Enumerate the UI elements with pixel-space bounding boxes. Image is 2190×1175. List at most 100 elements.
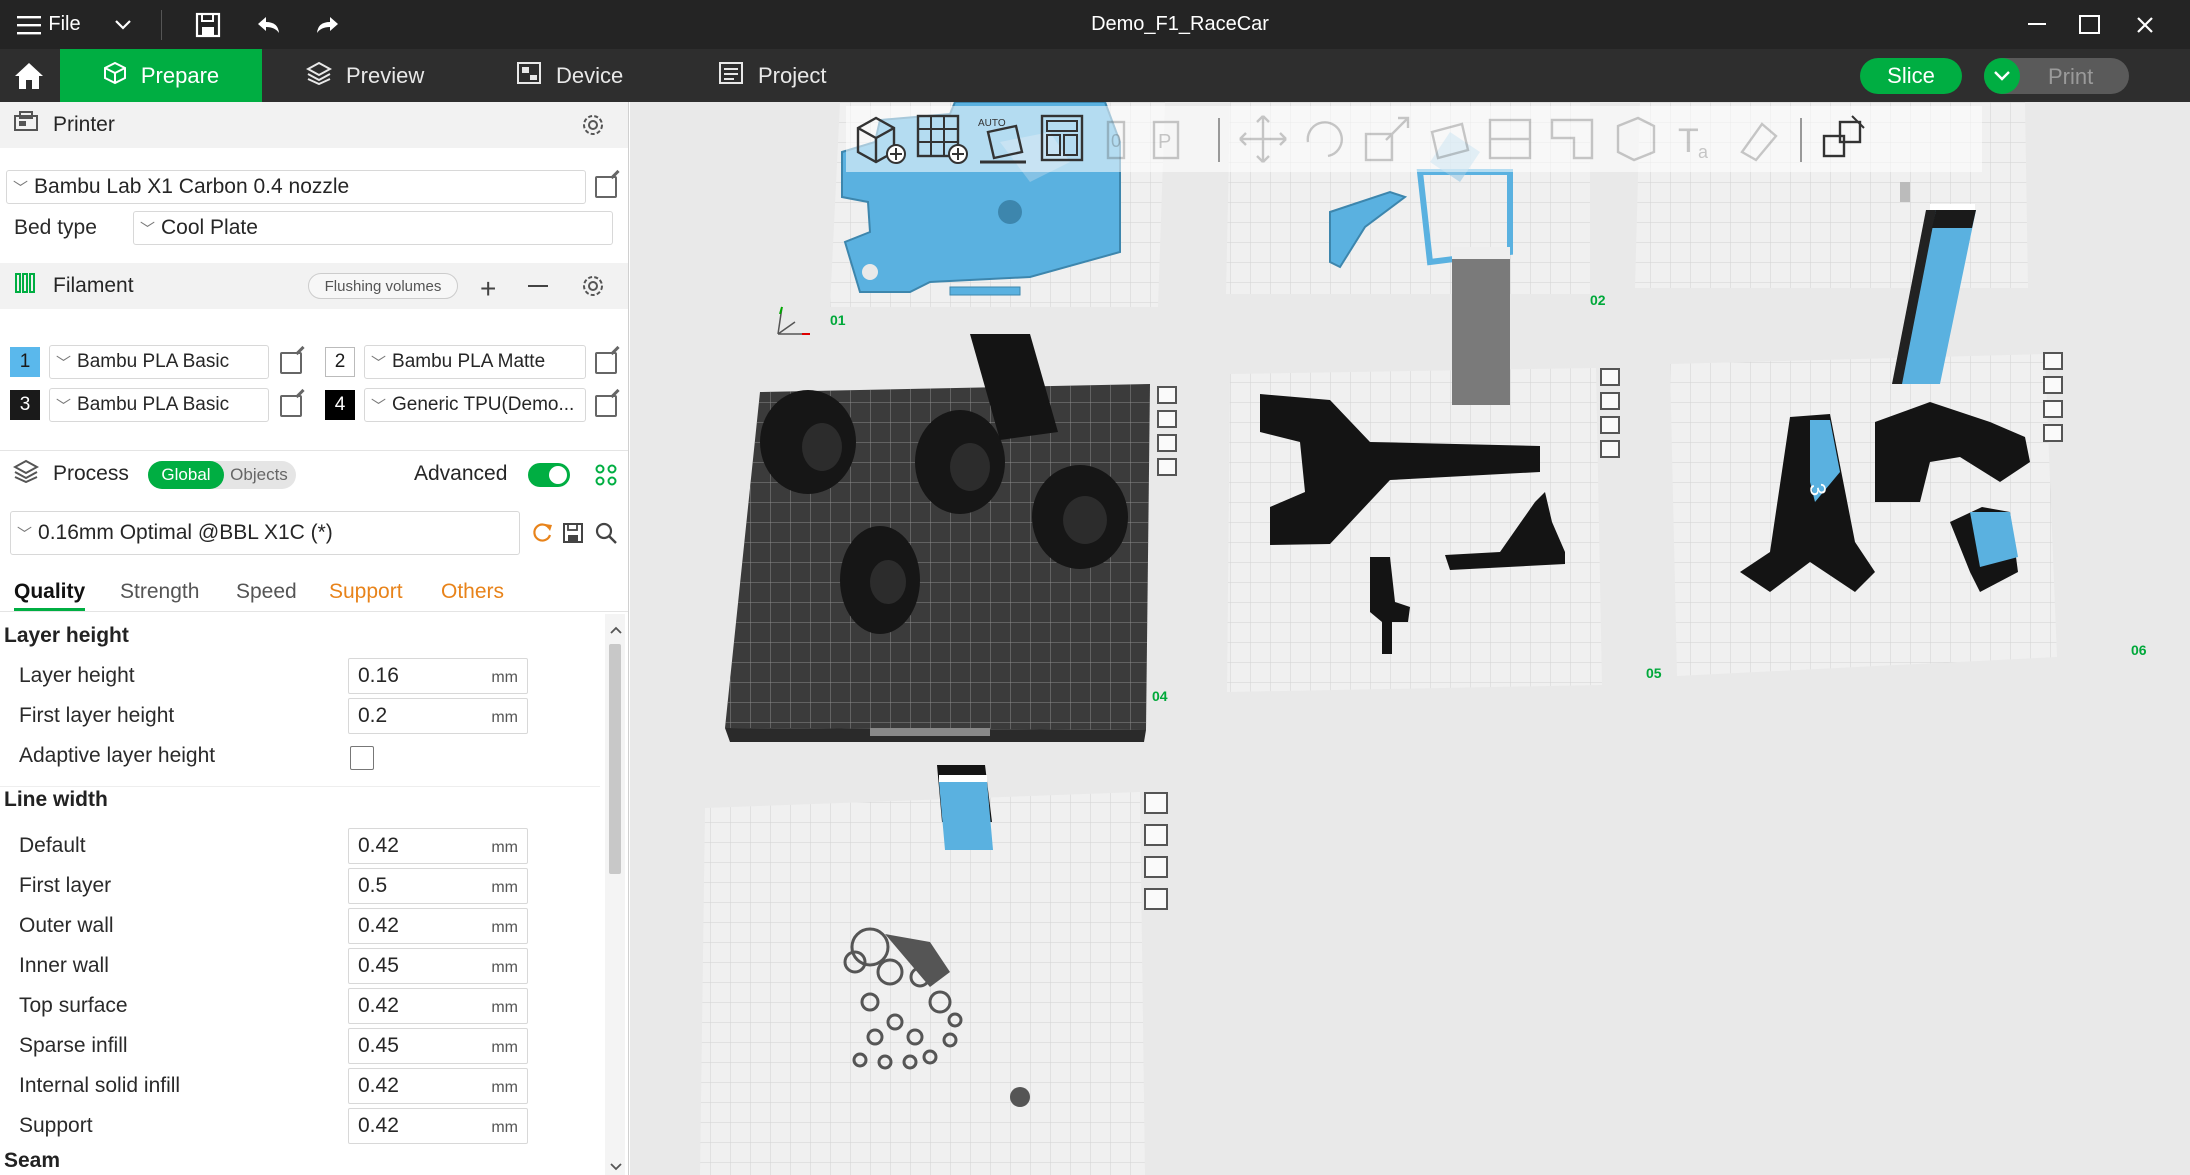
line-width-support-input[interactable]: 0.42 mm — [348, 1108, 528, 1144]
plate-settings-icon[interactable] — [1157, 434, 1177, 452]
minimize-icon[interactable] — [2020, 0, 2056, 49]
print-button[interactable]: Print — [1984, 58, 2129, 94]
move-icon[interactable] — [1236, 112, 1290, 166]
global-objects-toggle[interactable]: Global Objects — [148, 461, 296, 489]
subtab-support[interactable]: Support — [329, 580, 403, 604]
lock-plate-icon[interactable] — [1600, 440, 1620, 458]
arrange-plate-icon[interactable] — [1157, 410, 1177, 428]
seam-painting-icon[interactable] — [1608, 112, 1662, 166]
lay-on-face-icon[interactable] — [1422, 112, 1476, 166]
remove-filament-icon[interactable] — [528, 285, 548, 287]
filament-slot-3-select[interactable]: ﹀ Bambu PLA Basic — [49, 388, 269, 422]
edit-filament-2-icon[interactable] — [595, 352, 617, 374]
arrange-plate-icon[interactable] — [2043, 376, 2063, 394]
compare-presets-icon[interactable] — [594, 463, 618, 493]
printer-settings-gear-icon[interactable] — [580, 112, 606, 144]
file-dropdown-chevron-icon[interactable] — [108, 0, 138, 49]
edit-filament-3-icon[interactable] — [280, 395, 302, 417]
line-width-sparse-infill-input[interactable]: 0.45 mm — [348, 1028, 528, 1064]
undo-icon[interactable] — [251, 0, 285, 49]
arrange-icon[interactable] — [1038, 112, 1092, 166]
assembly-view-icon[interactable] — [1818, 112, 1872, 166]
advanced-switch[interactable] — [528, 463, 570, 487]
tab-project[interactable]: Project — [718, 49, 826, 102]
subtab-quality[interactable]: Quality — [14, 580, 86, 611]
hamburger-icon — [17, 15, 42, 34]
close-icon[interactable] — [2127, 0, 2163, 49]
support-painting-icon[interactable] — [1546, 112, 1600, 166]
cut-icon[interactable] — [1484, 112, 1538, 166]
scroll-up-icon[interactable] — [609, 622, 623, 640]
scrollbar-thumb[interactable] — [609, 644, 621, 874]
lock-plate-icon[interactable] — [2043, 424, 2063, 442]
plate-settings-icon[interactable] — [2043, 400, 2063, 418]
3d-viewport[interactable]: 3 01 02 04 05 06 AUTO 0 P T a — [630, 102, 2190, 1175]
layer-height-input[interactable]: 0.16 mm — [348, 658, 528, 694]
settings-scrollbar[interactable] — [605, 614, 625, 1175]
tab-device[interactable]: Device — [516, 49, 623, 102]
subtab-speed[interactable]: Speed — [236, 580, 297, 604]
delete-plate-icon[interactable] — [1144, 792, 1168, 814]
process-preset-select[interactable]: ﹀ 0.16mm Optimal @BBL X1C (*) — [10, 511, 520, 555]
adaptive-layer-height-checkbox[interactable] — [350, 746, 374, 770]
build-plates-scene[interactable]: 3 — [630, 102, 2190, 1175]
delete-plate-icon[interactable] — [2043, 352, 2063, 370]
slice-button[interactable]: Slice — [1860, 58, 1962, 94]
subtab-strength[interactable]: Strength — [120, 580, 199, 604]
file-menu[interactable]: File — [14, 0, 84, 49]
add-object-icon[interactable] — [852, 112, 906, 166]
split-parts-icon[interactable]: P — [1146, 112, 1200, 166]
home-icon[interactable] — [0, 49, 58, 102]
edit-filament-4-icon[interactable] — [595, 395, 617, 417]
line-width-internal-solid-infill-input[interactable]: 0.42 mm — [348, 1068, 528, 1104]
global-toggle-option[interactable]: Global — [148, 461, 224, 489]
save-icon[interactable] — [191, 0, 225, 49]
filament-slot-4-swatch[interactable]: 4 — [325, 390, 355, 420]
search-icon[interactable] — [594, 521, 618, 550]
plate-settings-icon[interactable] — [1144, 856, 1168, 878]
scale-icon[interactable] — [1360, 112, 1414, 166]
plate-settings-icon[interactable] — [1600, 416, 1620, 434]
add-plate-icon[interactable] — [914, 112, 968, 166]
flushing-volumes-button[interactable]: Flushing volumes — [308, 273, 458, 299]
arrange-plate-icon[interactable] — [1600, 392, 1620, 410]
filament-slot-1-select[interactable]: ﹀ Bambu PLA Basic — [49, 345, 269, 379]
add-filament-icon[interactable]: + — [480, 273, 496, 305]
delete-plate-icon[interactable] — [1600, 368, 1620, 386]
arrange-plate-icon[interactable] — [1144, 824, 1168, 846]
line-width-outer-wall-input[interactable]: 0.42 mm — [348, 908, 528, 944]
tab-device-label: Device — [556, 62, 624, 88]
filament-slot-4-select[interactable]: ﹀ Generic TPU(Demo... — [364, 388, 586, 422]
text-shape-icon[interactable]: Ta — [1670, 112, 1724, 166]
color-painting-icon[interactable] — [1732, 112, 1786, 166]
delete-plate-icon[interactable] — [1157, 386, 1177, 404]
edit-filament-1-icon[interactable] — [280, 352, 302, 374]
lock-plate-icon[interactable] — [1144, 888, 1168, 910]
maximize-icon[interactable] — [2072, 0, 2108, 49]
bed-type-select[interactable]: ﹀ Cool Plate — [133, 211, 613, 245]
subtab-others[interactable]: Others — [441, 580, 504, 604]
printer-select[interactable]: ﹀ Bambu Lab X1 Carbon 0.4 nozzle — [6, 170, 586, 204]
redo-icon[interactable] — [311, 0, 345, 49]
line-width-first-layer-input[interactable]: 0.5 mm — [348, 868, 528, 904]
filament-slot-3-swatch[interactable]: 3 — [10, 390, 40, 420]
first-layer-height-input[interactable]: 0.2 mm — [348, 698, 528, 734]
tab-preview[interactable]: Preview — [305, 49, 424, 102]
auto-orient-icon[interactable]: AUTO — [976, 112, 1030, 166]
lock-plate-icon[interactable] — [1157, 458, 1177, 476]
objects-toggle-option[interactable]: Objects — [224, 461, 294, 489]
reset-preset-icon[interactable] — [530, 521, 554, 550]
filament-settings-gear-icon[interactable] — [580, 273, 606, 305]
filament-slot-2-swatch[interactable]: 2 — [325, 347, 355, 377]
scroll-down-icon[interactable] — [609, 1159, 623, 1175]
line-width-top-surface-input[interactable]: 0.42 mm — [348, 988, 528, 1024]
line-width-inner-wall-input[interactable]: 0.45 mm — [348, 948, 528, 984]
filament-slot-1-swatch[interactable]: 1 — [10, 347, 40, 377]
edit-printer-icon[interactable] — [595, 176, 617, 198]
print-options-chevron-icon[interactable] — [1984, 58, 2020, 94]
line-width-default-input[interactable]: 0.42 mm — [348, 828, 528, 864]
filament-slot-2-select[interactable]: ﹀ Bambu PLA Matte — [364, 345, 586, 379]
save-preset-icon[interactable] — [562, 522, 584, 549]
tab-prepare[interactable]: Prepare — [60, 49, 262, 102]
rotate-icon[interactable] — [1298, 112, 1352, 166]
